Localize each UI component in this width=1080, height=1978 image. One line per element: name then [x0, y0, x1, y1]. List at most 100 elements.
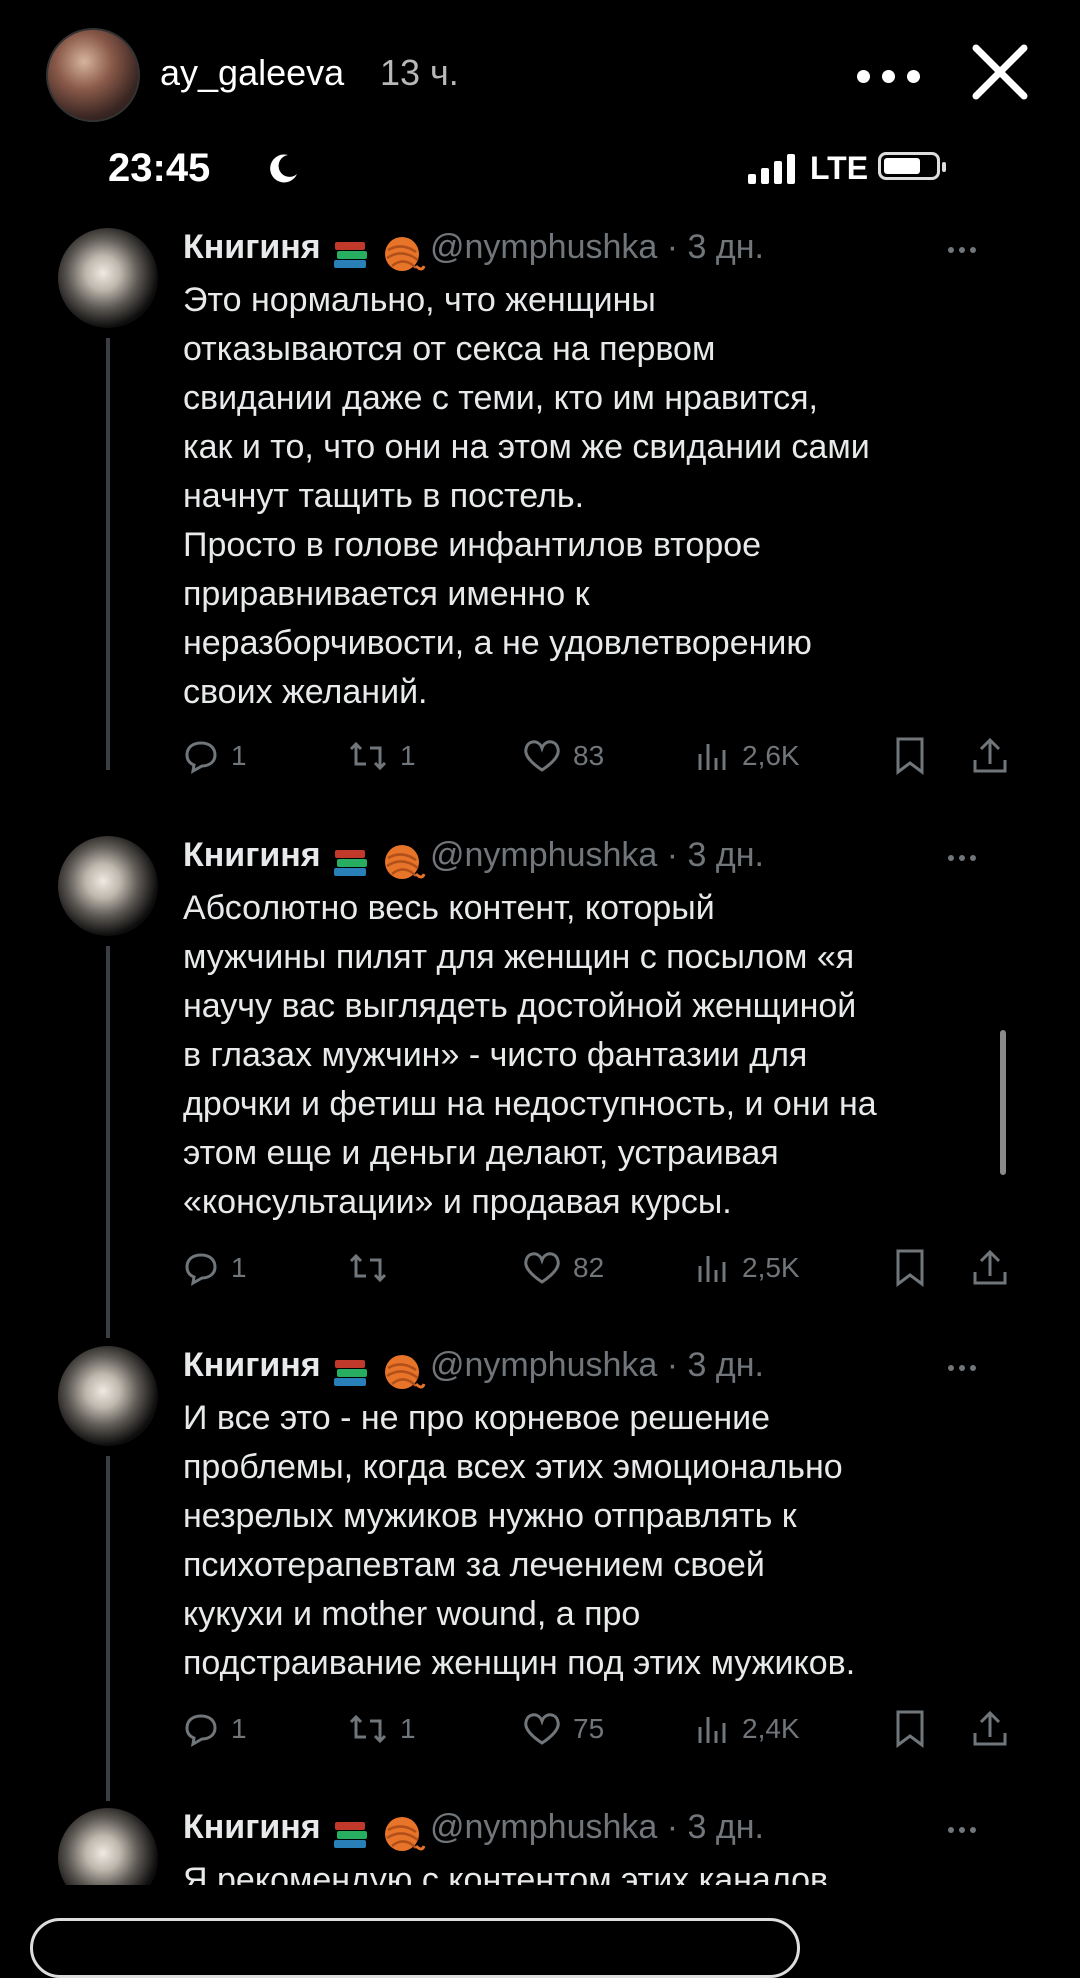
books-emoji-icon [334, 241, 368, 268]
bookmark-icon [896, 737, 924, 775]
bookmark-button[interactable] [893, 1243, 939, 1293]
repost-icon [349, 1714, 387, 1744]
tweet-text: Это нормально, что женщины отказываются … [183, 281, 870, 711]
views-icon [698, 1717, 726, 1743]
like-count: 83 [573, 740, 605, 771]
share-icon [973, 1710, 1007, 1746]
views-icon [698, 1256, 726, 1282]
tweet-header: Книгиня @nymphushka · 3 дн. [183, 1808, 1003, 1852]
more-horizontal-icon[interactable] [855, 50, 925, 100]
yarn-emoji-icon [384, 236, 425, 271]
tweet-text: Абсолютно весь контент, который мужчины … [183, 889, 877, 1221]
reply-count: 1 [231, 1713, 247, 1744]
views-button[interactable]: 2,6K [696, 731, 800, 781]
thread-line [106, 338, 110, 770]
tweet-more-icon[interactable] [948, 848, 981, 866]
views-count: 2,6K [742, 740, 800, 771]
reply-button[interactable]: 1 [183, 1704, 247, 1754]
network-label: LTE [810, 150, 869, 186]
views-button[interactable]: 2,4K [696, 1704, 800, 1754]
like-button[interactable]: 75 [523, 1704, 604, 1754]
story-time: 13 ч. [380, 52, 459, 93]
share-button[interactable] [971, 1704, 1013, 1754]
repost-button[interactable]: 1 [348, 731, 416, 781]
books-emoji-icon [334, 1821, 368, 1848]
share-button[interactable] [971, 1243, 1013, 1293]
author-handle[interactable]: @nymphushka · 3 дн. [430, 228, 764, 266]
share-icon [973, 1249, 1007, 1285]
repost-icon [349, 1253, 387, 1283]
share-icon [973, 737, 1007, 773]
story-header: ay_galeeva 13 ч. [0, 0, 1080, 150]
story-username[interactable]: ay_galeeva [160, 52, 344, 94]
books-emoji-icon [334, 849, 368, 876]
tweet-header: Книгиня @nymphushka · 3 дн. [183, 1346, 1003, 1390]
author-name[interactable]: Книгиня [183, 1808, 321, 1846]
story-reply-field[interactable] [30, 1918, 800, 1978]
like-button[interactable]: 82 [523, 1243, 604, 1293]
tweet-actions: 1 1 83 2,6K [183, 731, 1007, 781]
repost-button[interactable] [348, 1243, 400, 1293]
bookmark-button[interactable] [893, 1704, 939, 1754]
repost-icon [349, 741, 387, 771]
reply-count: 1 [231, 1252, 247, 1283]
author-name[interactable]: Книгиня [183, 836, 321, 874]
reply-icon [185, 741, 217, 774]
tweet-header: Книгиня @nymphushka · 3 дн. [183, 836, 1003, 880]
story-avatar[interactable] [46, 28, 140, 122]
avatar[interactable] [58, 228, 158, 328]
bookmark-button[interactable] [893, 731, 939, 781]
close-icon[interactable] [968, 40, 1032, 104]
moon-icon [270, 154, 297, 183]
author-handle[interactable]: @nymphushka · 3 дн. [430, 1346, 764, 1384]
author-handle[interactable]: @nymphushka · 3 дн. [430, 836, 764, 874]
yarn-emoji-icon [384, 1354, 425, 1389]
avatar[interactable] [58, 1808, 158, 1885]
reply-count: 1 [231, 740, 247, 771]
author-name[interactable]: Книгиня [183, 228, 321, 266]
tweet-more-icon[interactable] [948, 240, 981, 258]
scrollbar[interactable] [1000, 1030, 1006, 1175]
views-icon [698, 744, 726, 770]
thread-line [106, 946, 110, 1338]
status-bar: 23:45 LTE [28, 140, 1013, 220]
reply-button[interactable]: 1 [183, 1243, 247, 1293]
status-time: 23:45 [108, 146, 211, 190]
avatar[interactable] [58, 836, 158, 936]
tweet-more-icon[interactable] [948, 1358, 981, 1376]
heart-icon [524, 1713, 560, 1745]
yarn-emoji-icon [384, 844, 425, 879]
reply-icon [185, 1253, 217, 1286]
views-count: 2,4K [742, 1713, 800, 1744]
heart-icon [524, 1252, 560, 1284]
views-count: 2,5K [742, 1252, 800, 1283]
signal-icon [748, 154, 795, 184]
share-button[interactable] [971, 731, 1013, 781]
like-count: 82 [573, 1252, 605, 1283]
reply-button[interactable]: 1 [183, 731, 247, 781]
like-button[interactable]: 83 [523, 731, 604, 781]
heart-icon [524, 740, 560, 772]
tweet-header: Книгиня @nymphushka · 3 дн. [183, 228, 1003, 272]
like-count: 75 [573, 1713, 605, 1744]
repost-count: 1 [400, 740, 416, 771]
bookmark-icon [896, 1249, 924, 1287]
tweet-actions: 1 1 75 2,4K [183, 1704, 1007, 1754]
repost-button[interactable]: 1 [348, 1704, 416, 1754]
battery-icon [878, 152, 946, 180]
views-button[interactable]: 2,5K [696, 1243, 800, 1293]
bookmark-icon [896, 1710, 924, 1748]
repost-count: 1 [400, 1713, 416, 1744]
shared-screenshot: 23:45 LTE Книгиня @nymphushka · 3 дн. Эт… [28, 140, 1013, 1885]
thread-line [106, 1456, 110, 1801]
tweet-text: Я рекомендую с контентом этих каналов [183, 1861, 829, 1885]
books-emoji-icon [334, 1359, 368, 1386]
tweet-text: И все это - не про корневое решение проб… [183, 1399, 856, 1682]
reply-icon [185, 1714, 217, 1747]
author-name[interactable]: Книгиня [183, 1346, 321, 1384]
tweet-actions: 1 82 2,5K [183, 1243, 1007, 1293]
tweet-more-icon[interactable] [948, 1820, 981, 1838]
author-handle[interactable]: @nymphushka · 3 дн. [430, 1808, 764, 1846]
avatar[interactable] [58, 1346, 158, 1446]
yarn-emoji-icon [384, 1816, 425, 1851]
